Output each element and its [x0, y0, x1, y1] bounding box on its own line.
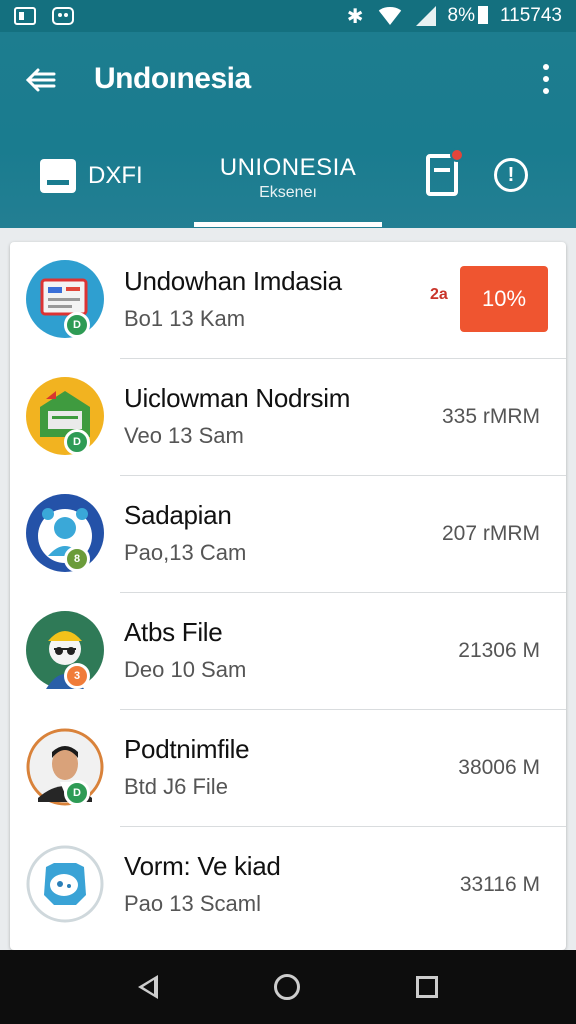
battery-icon	[478, 6, 488, 24]
item-size: 207 rMRM	[441, 522, 540, 545]
list-item[interactable]: 3 Atbs File Deo 10 Sam 21306 M	[10, 593, 566, 710]
item-name: Podtnimfile	[124, 734, 250, 764]
info-icon[interactable]: !	[494, 158, 528, 192]
device-notification-icon[interactable]	[426, 148, 464, 196]
item-date: Veo 13 Sam	[124, 423, 244, 448]
app-bar: Undoınesia DXFI UNIONESIA Ekseneı !	[0, 32, 576, 228]
list-item[interactable]: 8 Sadapian Pao,13 Cam 207 rMRM	[10, 476, 566, 593]
item-date: Pao 13 Scaml	[124, 891, 261, 916]
item-name: Atbs File	[124, 617, 223, 647]
list-item[interactable]: D Undowhan Imdasia Bo1 13 Kam 2a 10%	[10, 242, 566, 359]
bluetooth-icon: ✱	[346, 5, 364, 28]
item-size: 335 rMRM	[441, 405, 540, 428]
back-arrow-icon[interactable]	[22, 62, 58, 98]
chat-app-icon	[26, 845, 104, 923]
item-name: Uiclowman Nodrsim	[124, 383, 351, 413]
item-name: Undowhan Imdasia	[124, 266, 342, 296]
download-progress-badge[interactable]: 10%	[460, 266, 548, 332]
app-notification-icon	[52, 7, 74, 25]
nav-back-icon[interactable]	[138, 975, 158, 999]
status-bar: ✱ 8% 115743	[0, 0, 576, 32]
status-badge: D	[64, 429, 90, 455]
tab-label: DXFI	[88, 162, 143, 189]
file-list: D Undowhan Imdasia Bo1 13 Kam 2a 10% D U…	[10, 242, 566, 950]
item-date: Pao,13 Cam	[124, 540, 247, 565]
status-badge: 3	[64, 663, 90, 689]
item-date: Btd J6 File	[124, 774, 228, 799]
nav-recents-icon[interactable]	[416, 976, 438, 998]
item-size: 38006 M	[458, 756, 540, 779]
system-navigation-bar	[0, 950, 576, 1024]
status-badge: 8	[64, 546, 90, 572]
tab-sublabel: Ekseneı	[259, 184, 317, 201]
status-badge: D	[64, 312, 90, 338]
battery-level: 8%	[448, 5, 488, 27]
page-title: Undoınesia	[94, 62, 251, 95]
tab-bar: DXFI UNIONESIA Ekseneı !	[0, 142, 576, 228]
tab-unionesia[interactable]: UNIONESIA Ekseneı	[194, 142, 382, 228]
overflow-menu-button[interactable]	[540, 64, 552, 94]
item-name: Sadapian	[124, 500, 232, 530]
tab-dxfi[interactable]: DXFI	[40, 142, 190, 228]
item-name: Vorm: Ve kiad	[124, 851, 281, 881]
wifi-icon	[375, 7, 404, 25]
signal-icon	[415, 6, 436, 26]
item-date: Deo 10 Sam	[124, 657, 247, 682]
nav-home-icon[interactable]	[274, 974, 300, 1000]
item-size: 21306 M	[458, 639, 540, 662]
list-item[interactable]: D Podtnimfile Btd J6 File 38006 M	[10, 710, 566, 827]
active-tab-indicator	[194, 222, 382, 227]
item-size: 33116 M	[459, 873, 540, 896]
tab-label: UNIONESIA	[219, 154, 357, 181]
calendar-icon	[40, 159, 76, 193]
list-item[interactable]: Vorm: Ve kiad Pao 13 Scaml 33116 M	[10, 827, 566, 944]
status-badge: D	[64, 780, 90, 806]
item-date: Bo1 13 Kam	[124, 306, 246, 331]
list-item[interactable]: D Uiclowman Nodrsim Veo 13 Sam 335 rMRM	[10, 359, 566, 476]
clock: 115743	[500, 5, 562, 26]
notification-icon	[14, 7, 36, 25]
item-mini-label: 2a	[430, 286, 448, 303]
